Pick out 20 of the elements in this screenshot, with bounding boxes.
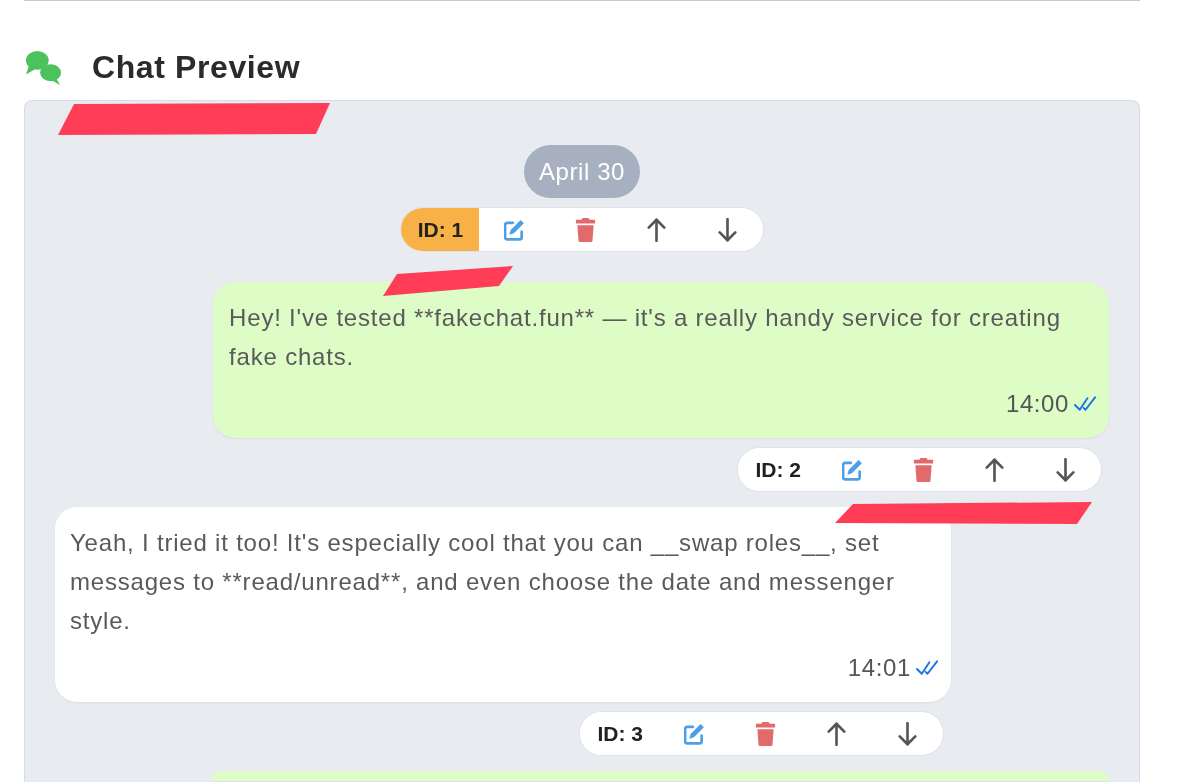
message-text: Yeah, I tried it too! It's especially cool that you can __swap roles__, set messages to **read/unread**, and even choose the date and messenger style. <box>70 528 896 636</box>
edit-icon <box>504 217 526 242</box>
arrow-down-icon <box>1055 457 1076 482</box>
edit-icon <box>842 457 863 482</box>
arrow-up-icon <box>825 721 847 746</box>
trash-icon <box>913 457 934 482</box>
arrow-up-icon <box>646 217 668 242</box>
arrow-up-icon <box>984 457 1005 482</box>
date-label: April 30 <box>523 145 641 198</box>
chat-bubbles-icon <box>24 49 62 85</box>
message-time: 14:00 <box>1005 389 1069 419</box>
trash-icon <box>575 217 597 242</box>
message-time: 14:01 <box>847 653 911 683</box>
section-title: Chat Preview <box>92 48 301 87</box>
edit-icon <box>683 721 705 746</box>
message-id-label: ID: 1 <box>400 208 480 251</box>
message-text: Hey! I've tested **fakechat.fun** — it's a really handy service for creating fake chats. <box>229 303 1062 372</box>
trash-icon <box>754 721 776 746</box>
arrow-down-icon <box>717 217 739 242</box>
arrow-down-icon <box>896 721 918 746</box>
